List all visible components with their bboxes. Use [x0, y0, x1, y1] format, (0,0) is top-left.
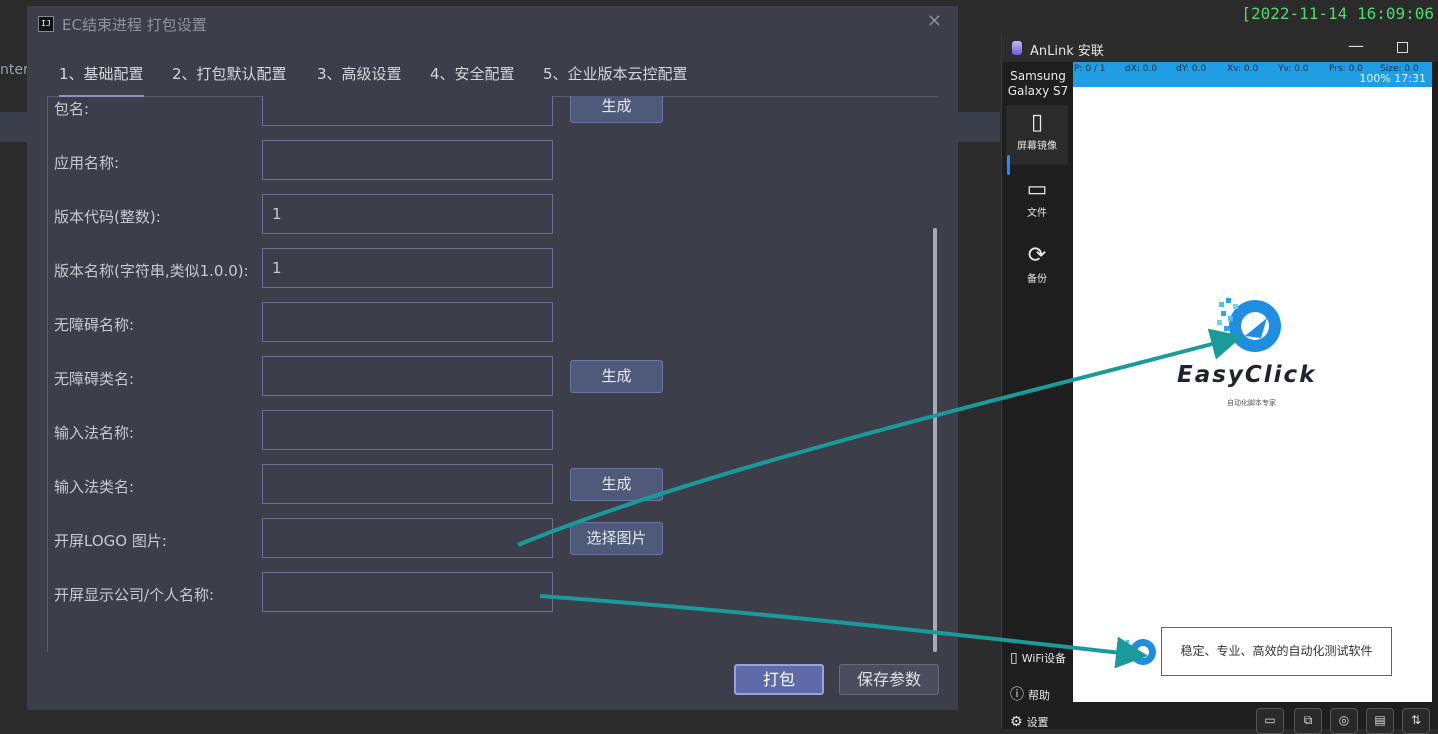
annotation-arrows [517, 328, 1243, 669]
arrow-company [539, 594, 1148, 669]
arrow-logo [517, 328, 1243, 547]
